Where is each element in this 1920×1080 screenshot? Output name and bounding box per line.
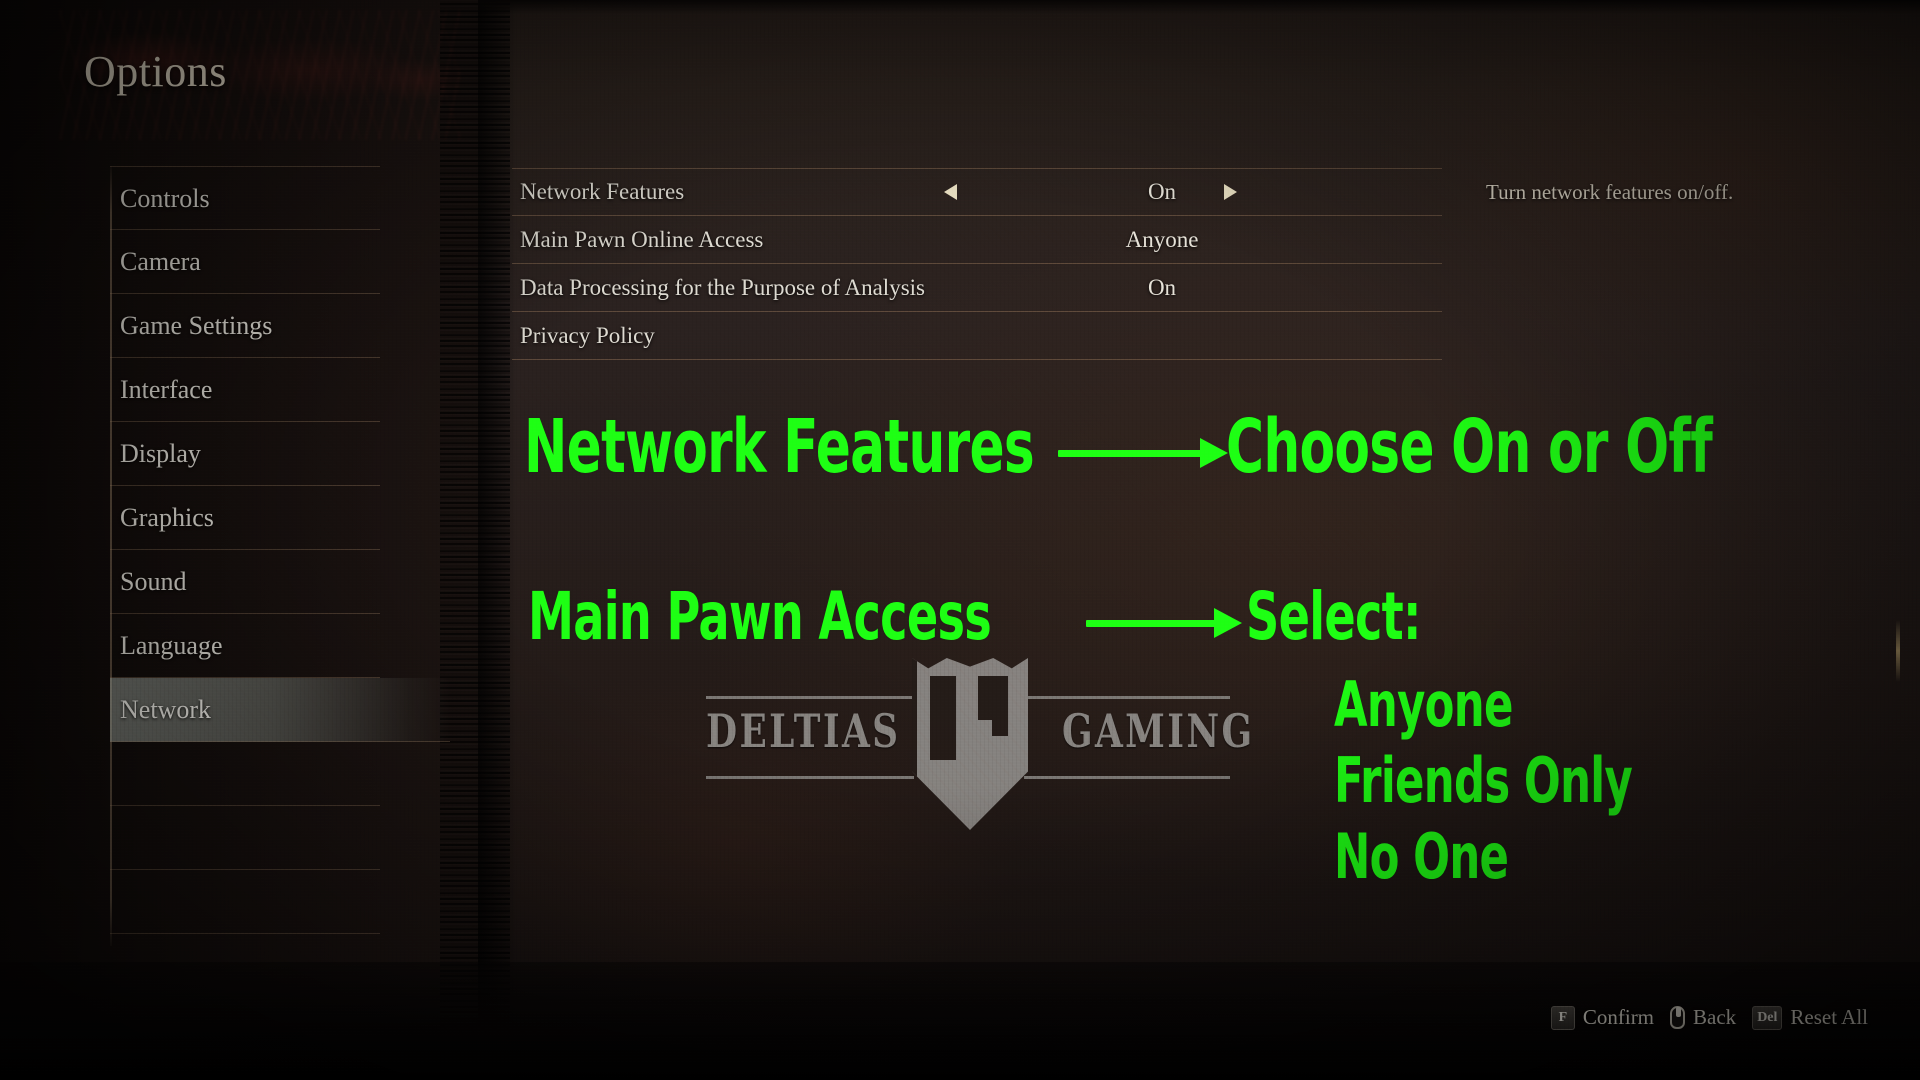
deltias-gaming-watermark: DELTIAS GAMING [706, 658, 1252, 830]
watermark-rule-top-right [1024, 696, 1230, 699]
watermark-rule-bottom-right [1024, 776, 1230, 779]
prompt-back[interactable]: Back [1670, 1005, 1736, 1030]
options-screen: Options Controls Camera Game Settings Inter… [0, 0, 1920, 1080]
setting-value: On [1147, 274, 1177, 300]
setting-row[interactable]: Main Pawn Online Access Anyone [512, 216, 1442, 264]
annotation-main-pawn-access-label: Main Pawn Access [528, 578, 992, 655]
top-shadow-band [478, 0, 1920, 14]
sidebar-item-network[interactable]: Network [110, 678, 450, 742]
settings-list[interactable]: Network Features On Main Pawn Online Acces… [512, 168, 1442, 360]
annotation-select-label: Select: [1246, 578, 1422, 655]
prompt-reset-all[interactable]: Del Reset All [1752, 1005, 1868, 1030]
key-badge: F [1550, 1005, 1575, 1030]
footer-prompts: F Confirm Back Del Reset All [1550, 1005, 1868, 1030]
setting-label: Privacy Policy [520, 322, 655, 348]
sidebar-item-display[interactable]: Display [110, 422, 380, 486]
prompt-label: Confirm [1582, 1005, 1655, 1029]
sidebar-item-camera[interactable]: Camera [110, 230, 380, 294]
page-title: Options [84, 47, 227, 96]
sidebar-item-graphics[interactable]: Graphics [110, 486, 380, 550]
annotation-network-features-label: Network Features [524, 404, 1035, 490]
panel-divider-shadow [478, 0, 516, 1080]
watermark-right-word: GAMING [1062, 704, 1255, 758]
right-panel-background [478, 0, 1920, 1080]
watermark-left-word: DELTIAS [706, 704, 901, 758]
mouse-icon [1670, 1006, 1686, 1029]
sidebar-item-interface[interactable]: Interface [110, 358, 380, 422]
scrollbar-thumb[interactable] [1896, 620, 1900, 682]
annotation-option-anyone: Anyone [1334, 668, 1513, 741]
prompt-label: Back [1693, 1005, 1737, 1029]
sidebar-item-language[interactable]: Language [110, 614, 380, 678]
watermark-rule-top-left [706, 696, 914, 699]
setting-row[interactable]: Privacy Policy [512, 312, 1442, 360]
setting-description: Turn network features on/off. [1486, 180, 1734, 204]
prompt-label: Reset All [1790, 1005, 1868, 1029]
setting-value: Anyone [1125, 226, 1199, 252]
prompt-confirm[interactable]: F Confirm [1550, 1005, 1655, 1030]
sidebar-item-empty [110, 870, 380, 934]
sidebar-item-game-settings[interactable]: Game Settings [110, 294, 380, 358]
setting-label: Network Features [520, 179, 685, 204]
sidebar-item-empty [110, 742, 380, 806]
annotation-option-friends-only: Friends Only [1334, 744, 1633, 817]
sidebar-item-sound[interactable]: Sound [110, 550, 380, 614]
sidebar-item-controls[interactable]: Controls [110, 166, 380, 230]
key-badge: Del [1752, 1005, 1783, 1030]
setting-row[interactable]: Network Features On [512, 168, 1442, 216]
watermark-rule-bottom-left [706, 776, 914, 779]
sidebar-menu[interactable]: Controls Camera Game Settings Interface Disp… [110, 166, 450, 934]
annotation-option-no-one: No One [1334, 820, 1509, 893]
annotation-network-features-value: Choose On or Off [1226, 404, 1713, 490]
shield-icon [912, 658, 1028, 830]
sidebar-item-empty [110, 806, 380, 870]
setting-row[interactable]: Data Processing for the Purpose of Analy… [512, 264, 1442, 312]
